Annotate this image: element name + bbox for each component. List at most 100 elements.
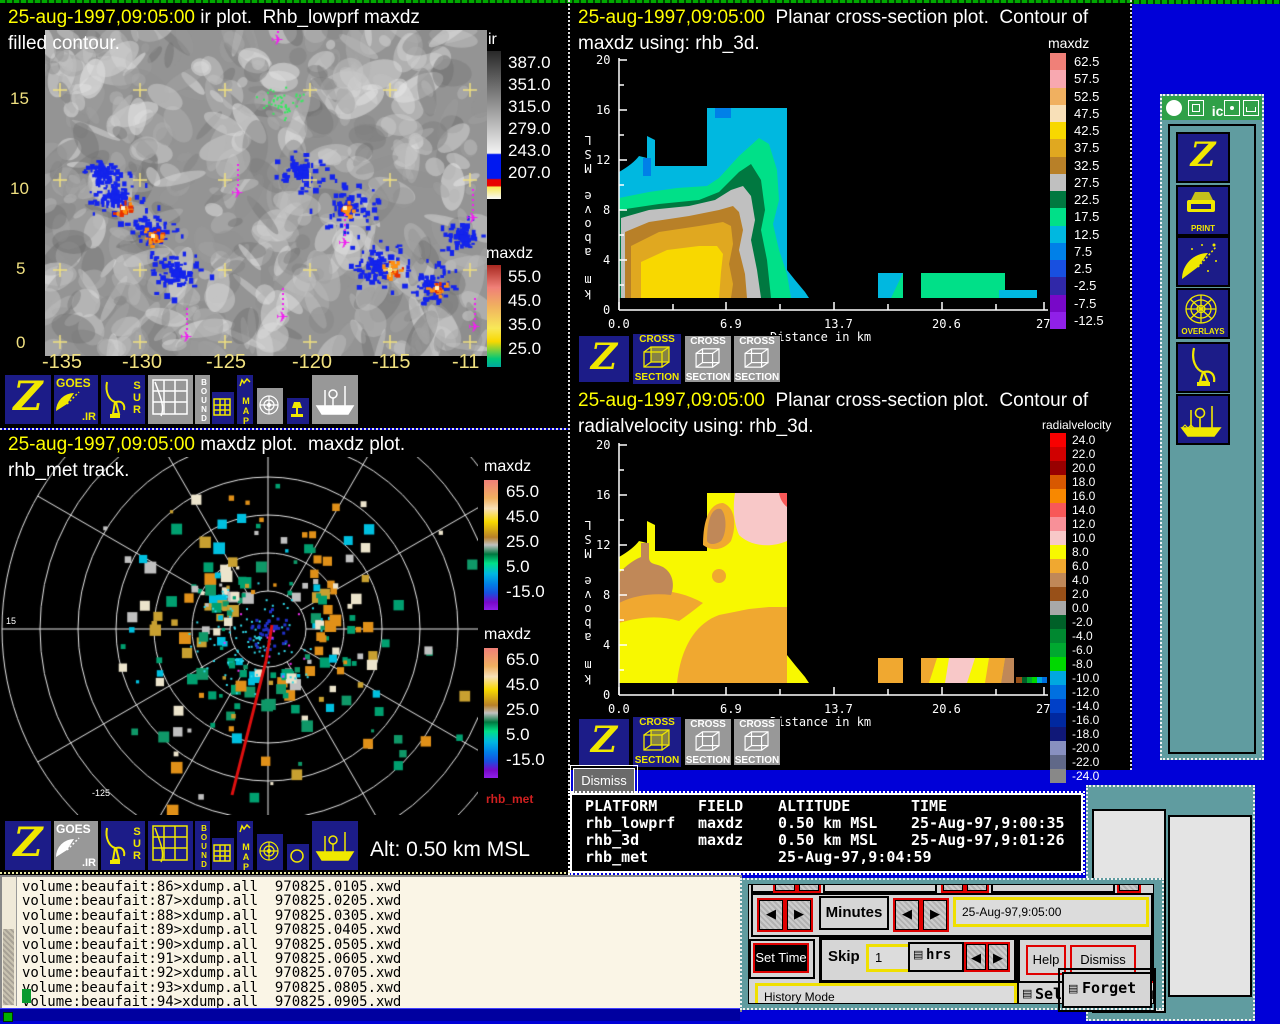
ship-button[interactable] [311,820,359,871]
ship-button[interactable] [311,374,359,425]
ir-xtick: -11 [452,351,479,374]
set-time-button[interactable]: Set Time [753,943,809,973]
radar-antenna-icon [103,380,127,420]
ship-icon [1180,398,1222,440]
ship-button[interactable] [1176,394,1230,445]
left-arrow-button[interactable]: ◀ [773,884,797,893]
help-button[interactable]: Help [1026,945,1066,975]
map-button[interactable]: MAP [236,820,254,871]
menu-icon: ▤ [1022,987,1032,1000]
xsec1-xtick: 20.6 [932,317,961,331]
radar-ppi-display[interactable] [0,457,478,815]
circle-icon [289,848,305,864]
minutes-forward-button[interactable]: ▶ [785,898,813,932]
hrs-menu-button[interactable]: ▤ hrs [908,942,964,972]
map-button[interactable]: MAP [236,374,254,425]
skip-forward-button[interactable]: ▶ [986,942,1010,972]
xsec1-ytick: 16 [596,103,610,117]
panel-separator-right [1130,0,1132,770]
ir-ytick: 5 [16,259,25,279]
icon-window-titlebar[interactable]: icon [1162,96,1262,120]
circle-button[interactable] [286,843,310,871]
antenna-button[interactable] [1176,342,1230,393]
terminal-line: volume:beaufait:91>xdump.all 970825.0605… [22,952,401,966]
overlays-button[interactable]: OVERLAYS [1176,288,1230,339]
xsec2-ytick: 20 [596,438,610,452]
left-arrow-button[interactable]: ◀ [1117,884,1141,893]
small-grid-button[interactable] [211,837,235,871]
radar-track-label: rhb_met [486,792,533,806]
zebra-logo-button[interactable]: Z [4,820,52,871]
window-dot-icon[interactable] [1224,100,1240,116]
cross-section-button[interactable]: CROSS SECTION [733,335,781,383]
time-field[interactable]: 25-Aug-97,9:05:00 [953,897,1149,927]
panel-separator-vertical [568,0,570,790]
overlay-rings-button[interactable] [256,387,284,425]
grid-scan-icon [151,824,189,866]
terminal-line: volume:beaufait:90>xdump.all 970825.0505… [22,938,401,952]
zebra-z-icon: Z [579,719,629,761]
window-iconify-icon[interactable] [1188,100,1204,116]
ir-satellite-image[interactable] [45,30,487,356]
xsec2-ytick: 12 [596,538,610,552]
xterm-window[interactable]: volume:beaufait:86>xdump.all 970825.0105… [0,875,742,1012]
volume-grid-button[interactable] [147,820,194,871]
overlays-rings-icon [1183,292,1219,326]
window-resize-icon[interactable] [1243,100,1259,116]
xsec1-title: 25-aug-1997,09:05:00 Planar cross-sectio… [578,5,1088,31]
sur-radar-button[interactable]: SUR [100,820,146,871]
zebra-logo-button[interactable]: Z [578,718,630,766]
platform-status-table: PLATFORMFIELDALTITUDETIME rhb_lowprfmaxd… [570,793,1083,873]
xsec2-ytick: 4 [603,638,610,652]
cross-section-button[interactable]: CROSS SECTION [684,718,732,766]
goes-ir-button[interactable]: GOES .IR [53,374,99,425]
xsec2-xtick: 20.6 [932,702,961,716]
minutes-back2-button[interactable]: ◀ [893,898,921,932]
radar-map-label: -125 [92,788,110,798]
xsec2-ytick: 8 [603,588,610,602]
skip-field[interactable]: 1 [866,944,912,972]
dismiss-button[interactable]: Dismiss [1070,945,1136,975]
overlay-rings-button[interactable] [256,833,284,871]
buoy-button[interactable] [286,397,310,425]
grid-scan-icon [151,378,189,420]
sur-radar-button[interactable]: SUR [100,374,146,425]
xsec-radialvelocity-plot[interactable] [614,443,1050,701]
small-grid-button[interactable] [211,391,235,425]
minutes-label: Minutes [819,896,889,930]
cross-section-button-active[interactable]: CROSS SECTION [632,333,682,385]
window-menu-icon[interactable] [1166,100,1182,116]
cross-section-button[interactable]: CROSS SECTION [684,335,732,383]
cross-section-button-active[interactable]: CROSS SECTION [632,716,682,768]
right-arrow-button[interactable]: ▶ [797,884,821,893]
volume-grid-button[interactable] [147,374,194,425]
xsec-maxdz-plot[interactable] [614,58,1050,316]
forget-button[interactable]: ▤ Forget [1062,972,1152,1008]
ir-colorbar-label: ir [488,31,497,49]
menu-icon: ▤ [913,948,923,961]
satellite-button[interactable] [1176,236,1230,287]
minutes-back-button[interactable]: ◀ [757,898,785,932]
minutes-forward2-button[interactable]: ▶ [921,898,949,932]
cross-section-button[interactable]: CROSS SECTION [733,718,781,766]
altitude-readout: Alt: 0.50 km MSL [370,838,530,862]
overlay-dismiss-button[interactable]: Dismiss [573,768,635,794]
zebra-logo-button[interactable]: Z [4,374,52,425]
zebra-logo-button[interactable]: Z [578,335,630,383]
clipped-widget-row: ◀ ▶ ◀ ▶ ◀ [751,884,1151,891]
bounds-button[interactable]: BOUNDS [194,374,211,425]
terminal-scrollbar[interactable] [2,877,17,1006]
right-arrow-button[interactable]: ▶ [965,884,989,893]
left-arrow-button[interactable]: ◀ [941,884,965,893]
terminal-scrollbar-thumb[interactable] [3,929,14,1005]
print-button[interactable]: PRINT [1176,185,1230,236]
zebra-logo-button[interactable]: Z [1176,132,1230,183]
history-mode-field[interactable]: History Mode [755,983,1017,1004]
satellite-dish-icon [55,390,81,412]
menu-icon: ▤ [1068,982,1078,995]
skip-back-button[interactable]: ◀ [964,942,988,972]
radar-ppi-panel: 25-aug-1997,09:05:00 maxdz plot. maxdz p… [0,430,570,875]
bounds-button[interactable]: BOUNDS [194,820,211,871]
goes-ir-button[interactable]: GOES .IR [53,820,99,871]
ir-maxdz-colorbar-values: 55.045.035.025.0 [508,267,541,359]
